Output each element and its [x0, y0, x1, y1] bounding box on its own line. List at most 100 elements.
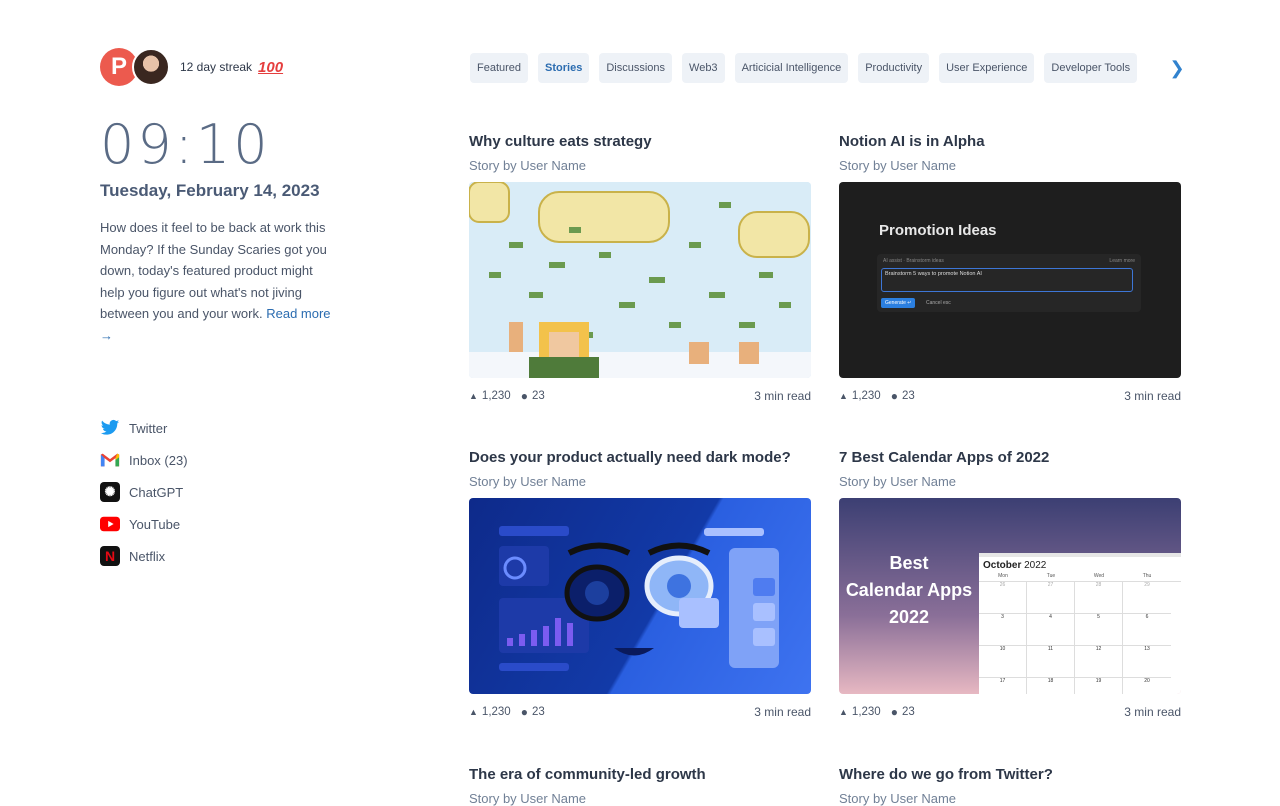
link-inbox[interactable]: Inbox (23)	[100, 444, 400, 476]
heading-line: Best	[889, 553, 929, 573]
card-byline: Story by User Name	[839, 791, 957, 806]
link-youtube[interactable]: YouTube	[100, 508, 400, 540]
read-time: 3 min read	[1124, 705, 1181, 719]
story-card[interactable]: Where do we go from Twitter? Story by Us…	[839, 766, 1181, 806]
link-chatgpt[interactable]: ✺ ChatGPT	[100, 476, 400, 508]
card-image[interactable]	[469, 182, 811, 378]
comment-count: 23	[901, 706, 915, 718]
date: Tuesday, February 14, 2023	[100, 181, 320, 200]
calendar-cell: 5	[1075, 614, 1123, 646]
upvote-count: 1,230	[851, 390, 881, 402]
read-time: 3 min read	[754, 389, 811, 403]
link-twitter[interactable]: Twitter	[100, 412, 400, 444]
story-card[interactable]: Does your product actually need dark mod…	[469, 449, 811, 719]
card-meta: ▲ 1,230 ● 23 3 min read	[469, 389, 811, 403]
card-image[interactable]: Promotion Ideas AI assist · Brainstorm i…	[839, 182, 1181, 378]
card-byline: Story by User Name	[469, 158, 587, 173]
comment-icon[interactable]: ●	[521, 705, 528, 719]
card-byline: Story by User Name	[469, 474, 587, 489]
tab-developer-tools[interactable]: Developer Tools	[1044, 53, 1138, 83]
day-header: Wed	[1093, 573, 1105, 579]
story-card[interactable]: 7 Best Calendar Apps of 2022 Story by Us…	[839, 449, 1181, 719]
calendar-cell: 13	[1123, 646, 1171, 678]
hundred-emoji-icon: 100	[258, 58, 284, 76]
card-title[interactable]: Where do we go from Twitter?	[839, 766, 1181, 783]
card-title[interactable]: Why culture eats strategy	[469, 133, 811, 150]
month: October	[983, 560, 1022, 571]
link-label: ChatGPT	[129, 484, 184, 500]
comment-icon[interactable]: ●	[891, 705, 898, 719]
category-tabs: Featured Stories Discussions Web3 Artici…	[470, 53, 1182, 83]
generate-button: Generate ↵	[881, 298, 916, 308]
calendar-cell: 11	[1027, 646, 1075, 678]
card-image[interactable]	[469, 498, 811, 694]
ai-panel: AI assist · Brainstorm ideas Learn more …	[877, 254, 1141, 312]
link-label: Twitter	[129, 420, 168, 436]
heading-line: 2022	[888, 607, 930, 627]
calendar-month: October 2022	[983, 560, 1046, 571]
gmail-icon	[100, 450, 120, 470]
comment-icon[interactable]: ●	[521, 389, 528, 403]
comment-icon[interactable]: ●	[891, 389, 898, 403]
tab-featured[interactable]: Featured	[470, 53, 529, 83]
comment-count: 23	[531, 390, 545, 402]
tab-artificial-intelligence[interactable]: Articicial Intelligence	[734, 53, 849, 83]
tab-discussions[interactable]: Discussions	[599, 53, 673, 83]
upvote-icon[interactable]: ▲	[839, 707, 848, 717]
quick-links: Twitter Inbox (23) ✺ ChatGPT YouTube N N…	[100, 412, 400, 572]
calendar-cell: 6	[1123, 614, 1171, 646]
window-bar	[979, 553, 1181, 557]
card-title[interactable]: The era of community-led growth	[469, 766, 811, 783]
calendar-days: Mon Tue Wed Thu	[979, 573, 1181, 579]
card-title[interactable]: Does your product actually need dark mod…	[469, 449, 811, 466]
day-header: Mon	[998, 573, 1008, 579]
calendar-cell: 28	[1075, 582, 1123, 614]
card-title[interactable]: Notion AI is in Alpha	[839, 133, 1181, 150]
link-netflix[interactable]: N Netflix	[100, 540, 400, 572]
upvote-count: 1,230	[851, 706, 881, 718]
image-heading: Best Calendar Apps 2022	[839, 550, 979, 631]
calendar-cell: 17	[979, 678, 1027, 694]
calendar-cell: 26	[979, 582, 1027, 614]
upvote-icon[interactable]: ▲	[469, 391, 478, 401]
card-byline: Story by User Name	[469, 791, 587, 806]
heading-line: Calendar Apps	[845, 580, 973, 600]
calendar-preview: October 2022 Mon Tue Wed Thu 26 27 28 29…	[979, 553, 1181, 694]
card-meta: ▲ 1,230 ● 23 3 min read	[839, 389, 1181, 403]
upvote-count: 1,230	[481, 706, 511, 718]
tab-user-experience[interactable]: User Experience	[939, 53, 1035, 83]
calendar-cell: 12	[1075, 646, 1123, 678]
user-avatar[interactable]	[132, 48, 170, 86]
story-card[interactable]: The era of community-led growth Story by…	[469, 766, 811, 806]
netflix-icon: N	[100, 546, 120, 566]
youtube-icon	[100, 514, 120, 534]
calendar-cell: 18	[1027, 678, 1075, 694]
learn-more: Learn more	[1109, 258, 1135, 264]
comment-count: 23	[901, 390, 915, 402]
pixel-art-illustration	[469, 182, 811, 378]
story-card[interactable]: Why culture eats strategy Story by User …	[469, 133, 811, 403]
card-image[interactable]: Best Calendar Apps 2022 October 2022 Mon…	[839, 498, 1181, 694]
calendar-cell: 19	[1075, 678, 1123, 694]
link-label: Netflix	[129, 548, 166, 564]
ai-prompt: Brainstorm 5 ways to promote Notion AI	[881, 268, 1133, 292]
tab-stories[interactable]: Stories	[538, 53, 590, 83]
upvote-icon[interactable]: ▲	[839, 391, 848, 401]
upvote-icon[interactable]: ▲	[469, 707, 478, 717]
blurb: How does it feel to be back at work this…	[100, 217, 340, 346]
link-label: YouTube	[129, 516, 181, 532]
calendar-cell: 3	[979, 614, 1027, 646]
card-byline: Story by User Name	[839, 158, 957, 173]
dark-mode-illustration	[499, 526, 779, 671]
calendar-cell: 10	[979, 646, 1027, 678]
tab-web3[interactable]: Web3	[682, 53, 725, 83]
day-header: Tue	[1046, 573, 1056, 579]
chevron-right-icon[interactable]: ❯	[1169, 53, 1185, 83]
streak-bar: P 12 day streak 100	[100, 47, 400, 87]
card-title[interactable]: 7 Best Calendar Apps of 2022	[839, 449, 1181, 466]
calendar-cell: 27	[1027, 582, 1075, 614]
card-meta: ▲ 1,230 ● 23 3 min read	[839, 705, 1181, 719]
story-card[interactable]: Notion AI is in Alpha Story by User Name…	[839, 133, 1181, 403]
ai-label: AI assist · Brainstorm ideas	[883, 258, 944, 264]
tab-productivity[interactable]: Productivity	[858, 53, 930, 83]
